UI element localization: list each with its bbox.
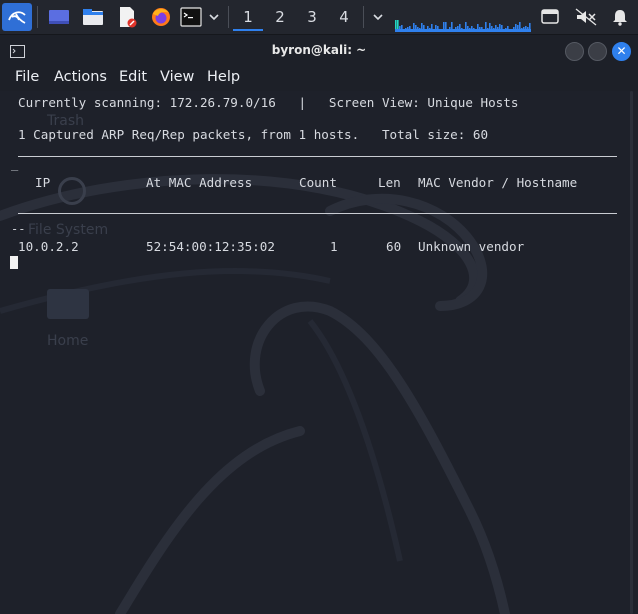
- file-manager-icon[interactable]: [80, 3, 106, 31]
- panel-separator: [228, 6, 229, 28]
- scan-status-line: Currently scanning: 172.26.79.0/16 | Scr…: [18, 95, 519, 110]
- header-mac: At MAC Address: [146, 175, 253, 190]
- text-editor-icon[interactable]: [114, 3, 140, 31]
- kali-dragon-wallpaper: [0, 174, 510, 614]
- row-count: 1: [330, 239, 338, 254]
- desktop-filesystem-label: File System: [28, 222, 109, 238]
- minimize-button[interactable]: [565, 42, 584, 61]
- row-mac: 52:54:00:12:35:02: [146, 239, 275, 254]
- cpu-graph: [395, 20, 531, 32]
- show-desktop-icon[interactable]: [46, 3, 72, 31]
- panel-separator: [363, 6, 364, 28]
- window-title: byron@kali: ~: [271, 43, 367, 57]
- volume-muted-icon[interactable]: [573, 3, 599, 31]
- packet-summary-line: 1 Captured ARP Req/Rep packets, from 1 h…: [18, 127, 489, 142]
- workspace-1[interactable]: 1: [233, 3, 263, 31]
- header-ip: IP: [35, 175, 51, 190]
- menu-file[interactable]: File: [15, 69, 39, 85]
- workspace-4[interactable]: 4: [329, 3, 359, 31]
- firefox-icon[interactable]: [148, 3, 174, 31]
- dash-marker: --: [11, 222, 26, 236]
- row-len: 60: [386, 239, 402, 254]
- menu-help[interactable]: Help: [207, 69, 240, 85]
- table-divider-top: [18, 156, 617, 157]
- screenshot-icon[interactable]: [538, 3, 562, 31]
- desktop-home-label: Home: [47, 333, 89, 349]
- chevron-down-icon[interactable]: [205, 3, 223, 31]
- top-panel: 1 2 3 4: [0, 0, 638, 35]
- kali-menu-icon[interactable]: [2, 3, 32, 31]
- chevron-down-icon[interactable]: [369, 3, 387, 31]
- header-len: Len: [378, 175, 401, 190]
- close-button[interactable]: ✕: [612, 42, 631, 61]
- row-vendor: Unknown vendor: [418, 239, 525, 254]
- workspace-2[interactable]: 2: [265, 3, 295, 31]
- terminal-area[interactable]: Trash File System Home Currently scannin…: [0, 91, 638, 614]
- menu-view[interactable]: View: [160, 69, 194, 85]
- menu-actions[interactable]: Actions: [54, 69, 107, 85]
- table-divider-bottom: [18, 213, 617, 214]
- workspace-3[interactable]: 3: [297, 3, 327, 31]
- scrollbar[interactable]: [628, 91, 636, 614]
- panel-separator: [37, 6, 38, 28]
- terminal-icon[interactable]: [178, 3, 204, 31]
- terminal-cursor: [10, 256, 18, 269]
- menu-edit[interactable]: Edit: [119, 69, 147, 85]
- bell-icon[interactable]: [608, 3, 632, 31]
- close-icon: ✕: [616, 44, 627, 58]
- dash-marker: _: [11, 157, 19, 171]
- header-vendor: MAC Vendor / Hostname: [418, 175, 578, 190]
- maximize-button[interactable]: [588, 42, 607, 61]
- filesystem-icon: [58, 177, 86, 205]
- row-ip: 10.0.2.2: [18, 239, 79, 254]
- window-titlebar[interactable]: byron@kali: ~ ✕: [0, 35, 638, 65]
- menu-bar: File Actions Edit View Help: [0, 65, 638, 91]
- header-count: Count: [299, 175, 337, 190]
- home-folder-icon: [47, 289, 89, 319]
